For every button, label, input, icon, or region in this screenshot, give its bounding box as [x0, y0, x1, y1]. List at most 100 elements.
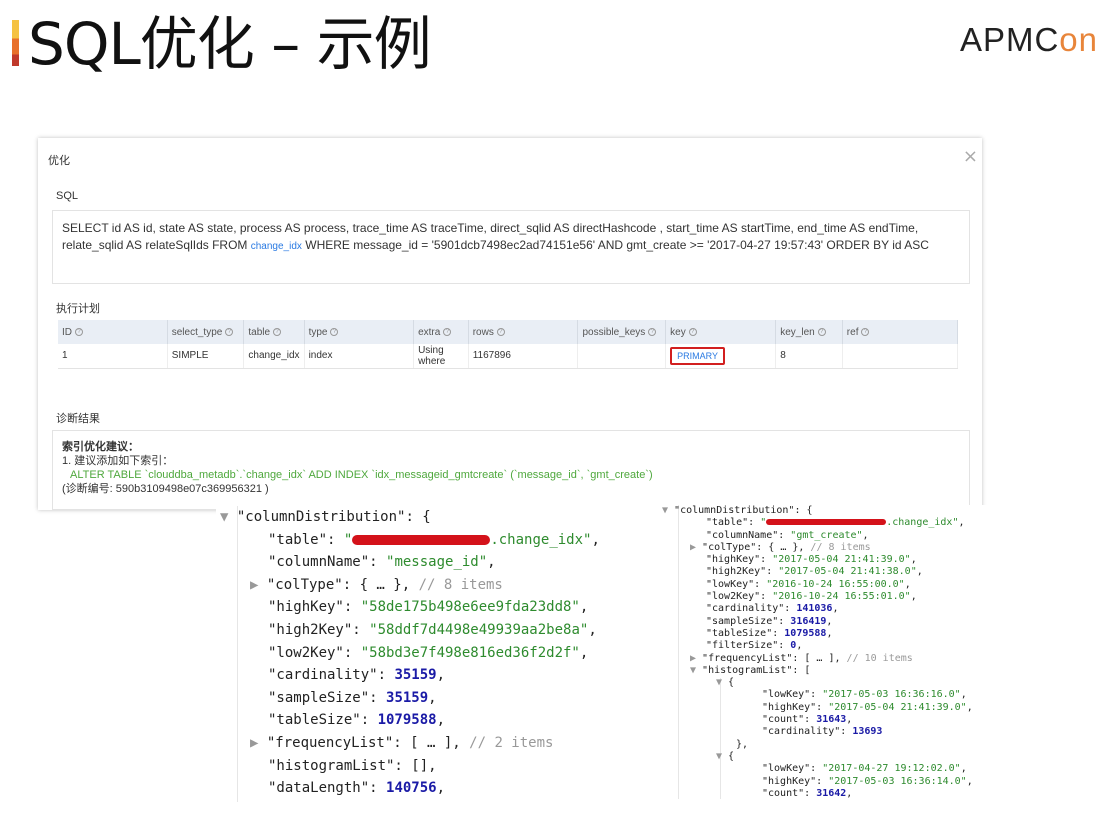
json-line: "dataLength": 140756,: [268, 780, 446, 797]
plan-cell: PRIMARY: [665, 344, 777, 369]
json-line: "tableSize": 1079588,: [706, 627, 833, 639]
plan-cell: SIMPLE: [167, 344, 245, 369]
table-link[interactable]: change_idx: [251, 241, 302, 252]
json-line[interactable]: ▶ "colType": { … }, // 8 items: [216, 574, 656, 597]
json-line: "table": " .change_idx",: [268, 531, 600, 548]
close-icon[interactable]: ×: [963, 146, 978, 167]
logo-accent-text: on: [1059, 21, 1098, 58]
expand-arrow-icon: ▶: [690, 541, 703, 553]
json-line: "lowKey": "2017-05-03 16:36:16.0",: [762, 689, 967, 701]
json-line: "highKey": "2017-05-03 16:36:14.0",: [762, 775, 973, 787]
sql-line-1: SELECT id AS id, state AS state, process…: [62, 221, 919, 235]
plan-header: select_type?: [167, 320, 245, 344]
optimization-dialog: 优化 × SQL SELECT id AS id, state AS state…: [38, 138, 982, 510]
index-suggestion-sql: ALTER TABLE `clouddba_metadb`.`change_id…: [70, 469, 653, 481]
help-icon: ?: [273, 327, 282, 336]
json-root-line[interactable]: ▼ "columnDistribution": {: [216, 506, 656, 529]
plan-cell: 1167896: [468, 344, 579, 369]
plan-cell: 8: [775, 344, 843, 369]
json-line: "count": 31642,: [762, 787, 853, 799]
help-icon: ?: [861, 327, 870, 336]
apmcon-logo: APMCon: [960, 22, 1098, 58]
help-icon: ?: [817, 327, 826, 336]
json-line[interactable]: ▼ {: [656, 677, 1054, 689]
json-line: "sampleSize": 316419,: [706, 615, 833, 627]
help-icon: ?: [496, 327, 505, 336]
redaction-mark: [766, 519, 887, 526]
plan-header: possible_keys?: [577, 320, 667, 344]
help-icon: ?: [75, 327, 83, 336]
plan-cell: Using where: [413, 344, 469, 369]
sql-line-2: relate_sqlid AS relateSqlIds FROM change…: [62, 237, 960, 255]
json-line: "cardinality": 141036,: [706, 603, 839, 615]
json-line: "columnName": "gmt_create",: [706, 529, 869, 541]
slide-title: SQL优化 – 示例: [28, 10, 432, 78]
help-icon: ?: [648, 327, 657, 336]
plan-header: table?: [243, 320, 305, 344]
json-line: },: [736, 738, 749, 750]
sql-section-label: SQL: [56, 190, 79, 202]
sql-line-2-end: WHERE message_id = '5901dcb7498ec2ad7415…: [301, 238, 929, 252]
help-icon: ?: [330, 327, 339, 336]
plan-section-label: 执行计划: [56, 303, 100, 315]
collapse-arrow-icon: ▼: [716, 750, 729, 762]
json-line[interactable]: ▼ {: [656, 751, 1054, 763]
json-viewer-message-id: ▼ "columnDistribution": { "table": " .cha…: [216, 506, 656, 802]
execution-plan-table: ID? select_type? table? type? extra? row…: [58, 320, 959, 369]
plan-header: ID?: [58, 320, 168, 344]
json-line: "cardinality": 35159,: [268, 667, 446, 684]
title-accent-bar: [12, 20, 19, 66]
plan-cell: index: [304, 344, 415, 369]
plan-header: type?: [304, 320, 415, 344]
diagnosis-section-label: 诊断结果: [56, 413, 100, 425]
json-line: "lowKey": "2016-10-24 16:55:00.0",: [706, 578, 911, 590]
diagnosis-line: 1. 建议添加如下索引：: [62, 455, 174, 467]
json-line: "cardinality": 13693: [762, 726, 883, 738]
json-line: "high2Key": "58ddf7d4498e49939aa2be8a",: [268, 621, 597, 638]
collapse-arrow-icon: ▼: [690, 664, 703, 676]
table-row: 1 SIMPLE change_idx index Using where 11…: [58, 344, 959, 369]
plan-header: key_len?: [775, 320, 843, 344]
json-line: "table": " .change_idx",: [706, 517, 965, 529]
sql-line-2-start: relate_sqlid AS relateSqlIds FROM: [62, 238, 251, 252]
plan-header: extra?: [413, 320, 469, 344]
json-line: "high2Key": "2017-05-04 21:41:38.0",: [706, 566, 923, 578]
json-root-line[interactable]: ▼ "columnDistribution": {: [656, 505, 1054, 517]
json-line: "sampleSize": 35159,: [268, 689, 437, 706]
plan-cell: [577, 344, 667, 369]
logo-text: APMC: [959, 21, 1060, 58]
plan-cell: change_idx: [243, 344, 305, 369]
json-line: "highKey": "58de175b498e6ee9fda23dd8",: [268, 599, 589, 616]
diagnosis-id: (诊断编号: 590b3109498e07c369956321 ): [62, 483, 269, 495]
help-icon: ?: [443, 327, 452, 336]
help-icon: ?: [225, 327, 234, 336]
plan-cell: [842, 344, 959, 369]
json-line: "low2Key": "58bd3e7f498e816ed36f2d2f",: [268, 644, 589, 661]
help-icon: ?: [688, 327, 697, 336]
primary-key-highlight[interactable]: PRIMARY: [670, 346, 725, 365]
json-line: "low2Key": "2016-10-24 16:55:01.0",: [706, 591, 917, 603]
dialog-title: 优化: [48, 155, 70, 167]
expand-arrow-icon: ▶: [250, 734, 267, 751]
plan-header: key?: [665, 320, 777, 344]
sql-text-box: SELECT id AS id, state AS state, process…: [52, 210, 970, 284]
plan-header: rows?: [468, 320, 579, 344]
redaction-mark: [352, 534, 491, 545]
json-line: "highKey": "2017-05-04 21:41:39.0",: [706, 554, 917, 566]
expand-arrow-icon: ▶: [250, 576, 267, 593]
plan-header: ref?: [842, 320, 959, 344]
collapse-arrow-icon: ▼: [662, 505, 675, 516]
diagnosis-heading: 索引优化建议：: [62, 441, 139, 453]
json-line[interactable]: ▼ "histogramList": [: [656, 665, 1054, 677]
json-line: "columnName": "message_id",: [268, 554, 496, 571]
json-line: "histogramList": [],: [268, 757, 437, 774]
json-line[interactable]: ▶ "frequencyList": [ … ], // 10 items: [656, 653, 1054, 665]
json-line: "filterSize": 0,: [706, 640, 803, 652]
json-line: "lowKey": "2017-04-27 19:12:02.0",: [762, 763, 967, 775]
json-line[interactable]: ▶ "frequencyList": [ … ], // 2 items: [216, 732, 656, 755]
collapse-arrow-icon: ▼: [716, 677, 729, 689]
plan-header-row: ID? select_type? table? type? extra? row…: [58, 320, 959, 344]
json-line: "highKey": "2017-05-04 21:41:39.0",: [762, 701, 973, 713]
json-line[interactable]: ▶ "colType": { … }, // 8 items: [656, 542, 1054, 554]
expand-arrow-icon: ▶: [690, 652, 703, 664]
